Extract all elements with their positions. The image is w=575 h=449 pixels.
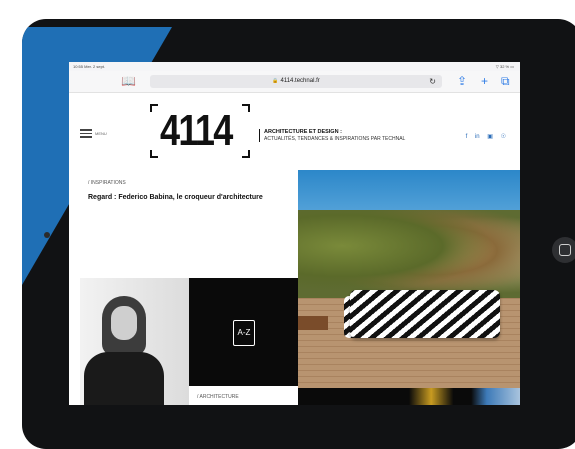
menu-label[interactable]: MENU	[95, 131, 107, 136]
site-tagline: ARCHITECTURE ET DESIGN : ACTUALITÉS, TEN…	[259, 129, 405, 142]
sofa-photo[interactable]	[298, 170, 520, 388]
front-camera	[44, 232, 50, 238]
site-logo[interactable]: 4114	[150, 104, 250, 158]
linkedin-icon[interactable]: in	[475, 134, 480, 140]
article-category: / INSPIRATIONS	[88, 180, 126, 186]
tabs-icon[interactable]: ⧉	[501, 74, 510, 88]
article-card[interactable]: / ARCHITECTURE	[189, 386, 298, 405]
tagline-title: ARCHITECTURE ET DESIGN :	[264, 129, 342, 135]
address-bar[interactable]: 🔒 4114.technal.fr ↻	[150, 75, 442, 88]
bottom-photos[interactable]	[298, 388, 520, 405]
new-tab-icon[interactable]: +	[481, 74, 488, 88]
status-bar: 10:55 Mer. 2 sept. ▽ 32 % ▭	[69, 62, 520, 71]
tablet-screen: 10:55 Mer. 2 sept. ▽ 32 % ▭ 📖 🔒 4114.tech…	[69, 62, 520, 405]
pinterest-icon[interactable]: ☉	[501, 134, 506, 140]
lock-icon: 🔒	[272, 78, 279, 84]
article-category: / ARCHITECTURE	[197, 394, 239, 400]
home-button[interactable]	[552, 237, 575, 263]
status-time: 10:55 Mer. 2 sept.	[73, 64, 106, 69]
site-header: MENU 4114 ARCHITECTURE ET DESIGN : ACTUA…	[69, 93, 520, 169]
article-card[interactable]: / INSPIRATIONS Regard : Federico Babina,…	[80, 170, 298, 278]
az-tile[interactable]: A-Z	[189, 278, 298, 386]
instagram-icon[interactable]: ▣	[487, 134, 493, 140]
tagline-subtitle: ACTUALITÉS, TENDANCES & INSPIRATIONS PAR…	[264, 136, 406, 142]
logo-text: 4114	[160, 106, 233, 155]
portrait-photo[interactable]	[80, 278, 189, 405]
az-book-icon: A-Z	[233, 320, 255, 346]
url-text: 4114.technal.fr	[280, 78, 320, 84]
bookmarks-icon[interactable]: 📖	[121, 74, 136, 88]
reload-icon[interactable]: ↻	[429, 75, 436, 88]
browser-toolbar: 📖 🔒 4114.technal.fr ↻ ⇪ + ⧉	[69, 71, 520, 93]
article-title: Regard : Federico Babina, le croqueur d'…	[88, 194, 263, 201]
social-links: f in ▣ ☉	[460, 133, 506, 140]
facebook-icon[interactable]: f	[466, 134, 468, 140]
status-battery: ▽ 32 % ▭	[495, 64, 514, 69]
menu-icon[interactable]	[80, 129, 92, 138]
share-icon[interactable]: ⇪	[457, 74, 467, 88]
